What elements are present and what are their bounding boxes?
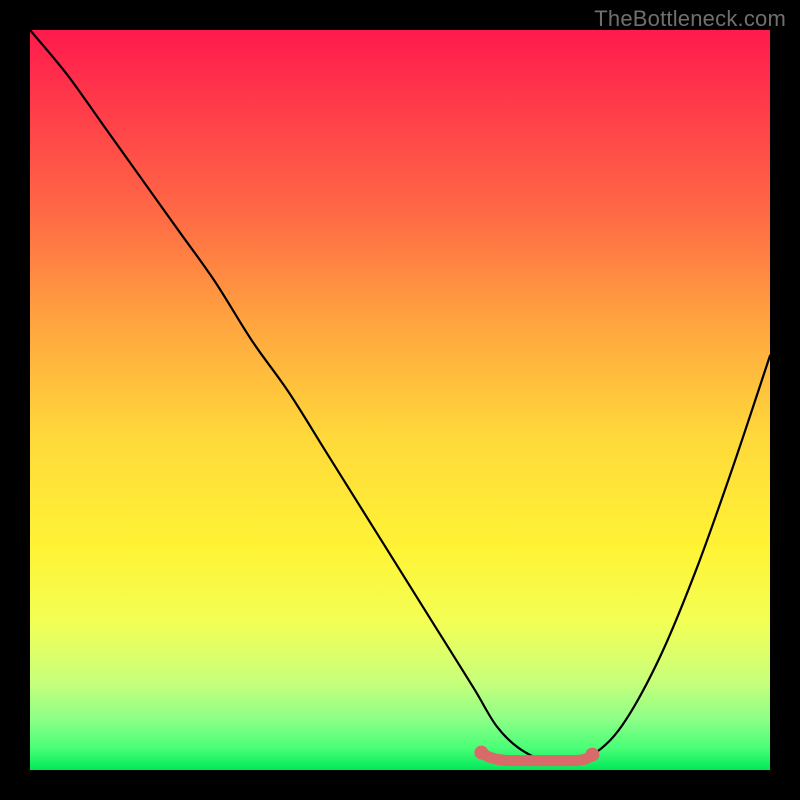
- chart-svg: [30, 30, 770, 770]
- chart-gradient-plot: [30, 30, 770, 770]
- bottleneck-curve: [30, 30, 770, 764]
- watermark-text: TheBottleneck.com: [594, 6, 786, 32]
- optimal-range-start-dot: [474, 746, 488, 760]
- optimal-range-marker: [481, 753, 592, 761]
- optimal-range-end-dot: [585, 748, 599, 762]
